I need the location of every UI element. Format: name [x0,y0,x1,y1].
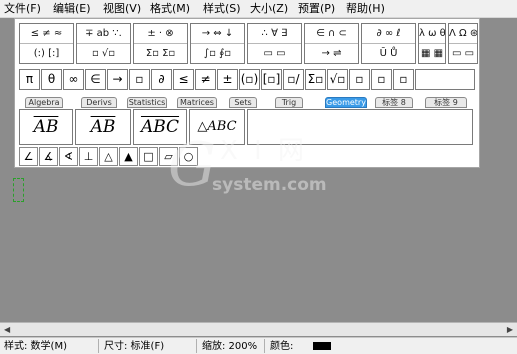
color-swatch[interactable] [313,342,331,350]
status-divider [98,339,99,353]
segment-template-button[interactable]: AB [19,109,73,145]
tab-label-8[interactable]: 标签 8 [375,97,413,108]
menu-prefs[interactable]: 预置(P) [298,2,335,15]
status-divider [264,339,265,353]
element-of-button[interactable]: ∈ [85,69,106,90]
spherical-angle-icon[interactable]: ∢ [59,147,78,166]
palette-top-label[interactable]: → ⇔ ↓ [191,24,244,44]
misc-symbol-palette[interactable]: ∂ ∞ ℓ Ū Ů [361,23,416,64]
palette-top-label[interactable]: ± · ⊗ [134,24,187,44]
measured-angle-icon[interactable]: ∡ [39,147,58,166]
spacing-palette[interactable]: ∓ ab ∵. ▫ √▫ [76,23,131,64]
status-color-label: 颜色: [270,341,294,352]
scroll-left-icon[interactable]: ◀ [4,325,10,334]
palette-bottom-label[interactable]: Σ▫ Σ▫ [134,44,187,63]
tab-derivs[interactable]: Derivs [81,97,117,108]
site-watermark: G X I 网 system.com [160,135,370,215]
tab-label-9[interactable]: 标签 9 [425,97,467,108]
theta-button[interactable]: θ [41,69,62,90]
prime-button[interactable]: ▫ [129,69,150,90]
right-arrow-button[interactable]: → [107,69,128,90]
palette-bottom-label[interactable]: ▭ ▭ [449,44,477,63]
palette-bottom-label[interactable]: (:) [:] [20,44,73,63]
set-theory-palette[interactable]: ∈ ∩ ⊂ → ⇌ [304,23,359,64]
menu-edit[interactable]: 编辑(E) [53,2,91,15]
palette-bottom-label[interactable]: ▦ ▦ [419,44,445,63]
tab-statistics[interactable]: Statistics [127,97,167,108]
square-root-button[interactable]: √▫ [327,69,348,90]
arrow-palette[interactable]: → ⇔ ↓ ∫▫ ∮▫ [190,23,245,64]
tab-sets[interactable]: Sets [229,97,257,108]
menu-help[interactable]: 帮助(H) [346,2,385,15]
status-bar: 样式: 数学(M) 尺寸: 标准(F) 缩放: 200% 颜色: [0,337,517,354]
operator-palette[interactable]: ± · ⊗ Σ▫ Σ▫ [133,23,188,64]
palette-bottom-label[interactable]: ▭ ▭ [248,44,301,63]
status-zoom: 缩放: 200% [202,341,258,352]
partial-button[interactable]: ∂ [151,69,172,90]
filled-triangle-icon[interactable]: ▲ [119,147,138,166]
palette-bottom-label[interactable]: ∫▫ ∮▫ [191,44,244,63]
logic-palette[interactable]: ∴ ∀ ∃ ▭ ▭ [247,23,302,64]
palette-bottom-label[interactable]: Ū Ů [362,44,415,63]
sub-superscript-button[interactable]: ▫ [393,69,414,90]
horizontal-scrollbar[interactable]: ◀ ▶ [0,322,517,336]
summation-button[interactable]: Σ▫ [305,69,326,90]
scroll-right-icon[interactable]: ▶ [507,325,513,334]
menu-size[interactable]: 大小(Z) [250,2,288,15]
menu-view[interactable]: 视图(V) [103,2,141,15]
watermark-letter: G [168,130,216,200]
ray-template-button[interactable]: AB [75,109,131,145]
palette-bottom-label[interactable]: → ⇌ [305,44,358,63]
palette-top-label[interactable]: ∴ ∀ ∃ [248,24,301,44]
not-equal-button[interactable]: ≠ [195,69,216,90]
status-size: 尺寸: 标准(F) [104,341,165,352]
subscript-button[interactable]: ▫ [371,69,392,90]
palette-top-label[interactable]: ∓ ab ∵. [77,24,130,44]
palette-top-label[interactable]: ∈ ∩ ⊂ [305,24,358,44]
pi-button[interactable]: π [19,69,40,90]
perpendicular-icon[interactable]: ⊥ [79,147,98,166]
infinity-button[interactable]: ∞ [63,69,84,90]
superscript-button[interactable]: ▫ [349,69,370,90]
template-label: AB [90,117,116,137]
symbol-palette-row: ≤ ≠ ≈ (:) [:] ∓ ab ∵. ▫ √▫ ± · ⊗ Σ▫ Σ▫ →… [19,23,479,64]
watermark-url: system.com [212,175,327,195]
tab-trig[interactable]: Trig [275,97,303,108]
status-divider [196,339,197,353]
tab-matrices[interactable]: Matrices [177,97,217,108]
palette-top-label[interactable]: Λ Ω ⊛ [449,24,477,44]
menu-style[interactable]: 样式(S) [203,2,241,15]
palette-top-label[interactable]: ≤ ≠ ≈ [20,24,73,44]
empty-slot[interactable] [415,69,475,90]
greek-upper-palette[interactable]: Λ Ω ⊛ ▭ ▭ [448,23,478,64]
menu-format[interactable]: 格式(M) [150,2,190,15]
triangle-icon[interactable]: △ [99,147,118,166]
parentheses-button[interactable]: (▫) [239,69,260,90]
menu-bar: 文件(F) 编辑(E) 视图(V) 格式(M) 样式(S) 大小(Z) 预置(P… [0,0,517,18]
less-equal-button[interactable]: ≤ [173,69,194,90]
tab-geometry[interactable]: Geometry [325,97,367,108]
status-style: 样式: 数学(M) [4,341,67,352]
relational-palette[interactable]: ≤ ≠ ≈ (:) [:] [19,23,74,64]
greek-lower-palette[interactable]: λ ω θ ▦ ▦ [418,23,446,64]
tab-bar: Algebra Derivs Statistics Matrices Sets … [19,97,479,109]
palette-top-label[interactable]: λ ω θ [419,24,445,44]
equation-input-slot[interactable] [13,178,24,202]
menu-file[interactable]: 文件(F) [4,2,41,15]
fraction-button[interactable]: ▫/▫ [283,69,304,90]
palette-top-label[interactable]: ∂ ∞ ℓ [362,24,415,44]
palette-bottom-label[interactable]: ▫ √▫ [77,44,130,63]
angle-icon[interactable]: ∠ [19,147,38,166]
template-label: AB [33,117,59,137]
watermark-cn: X I 网 [220,136,309,166]
square-icon[interactable]: □ [139,147,158,166]
brackets-button[interactable]: [▫] [261,69,282,90]
plus-minus-button[interactable]: ± [217,69,238,90]
tab-algebra[interactable]: Algebra [25,97,63,108]
